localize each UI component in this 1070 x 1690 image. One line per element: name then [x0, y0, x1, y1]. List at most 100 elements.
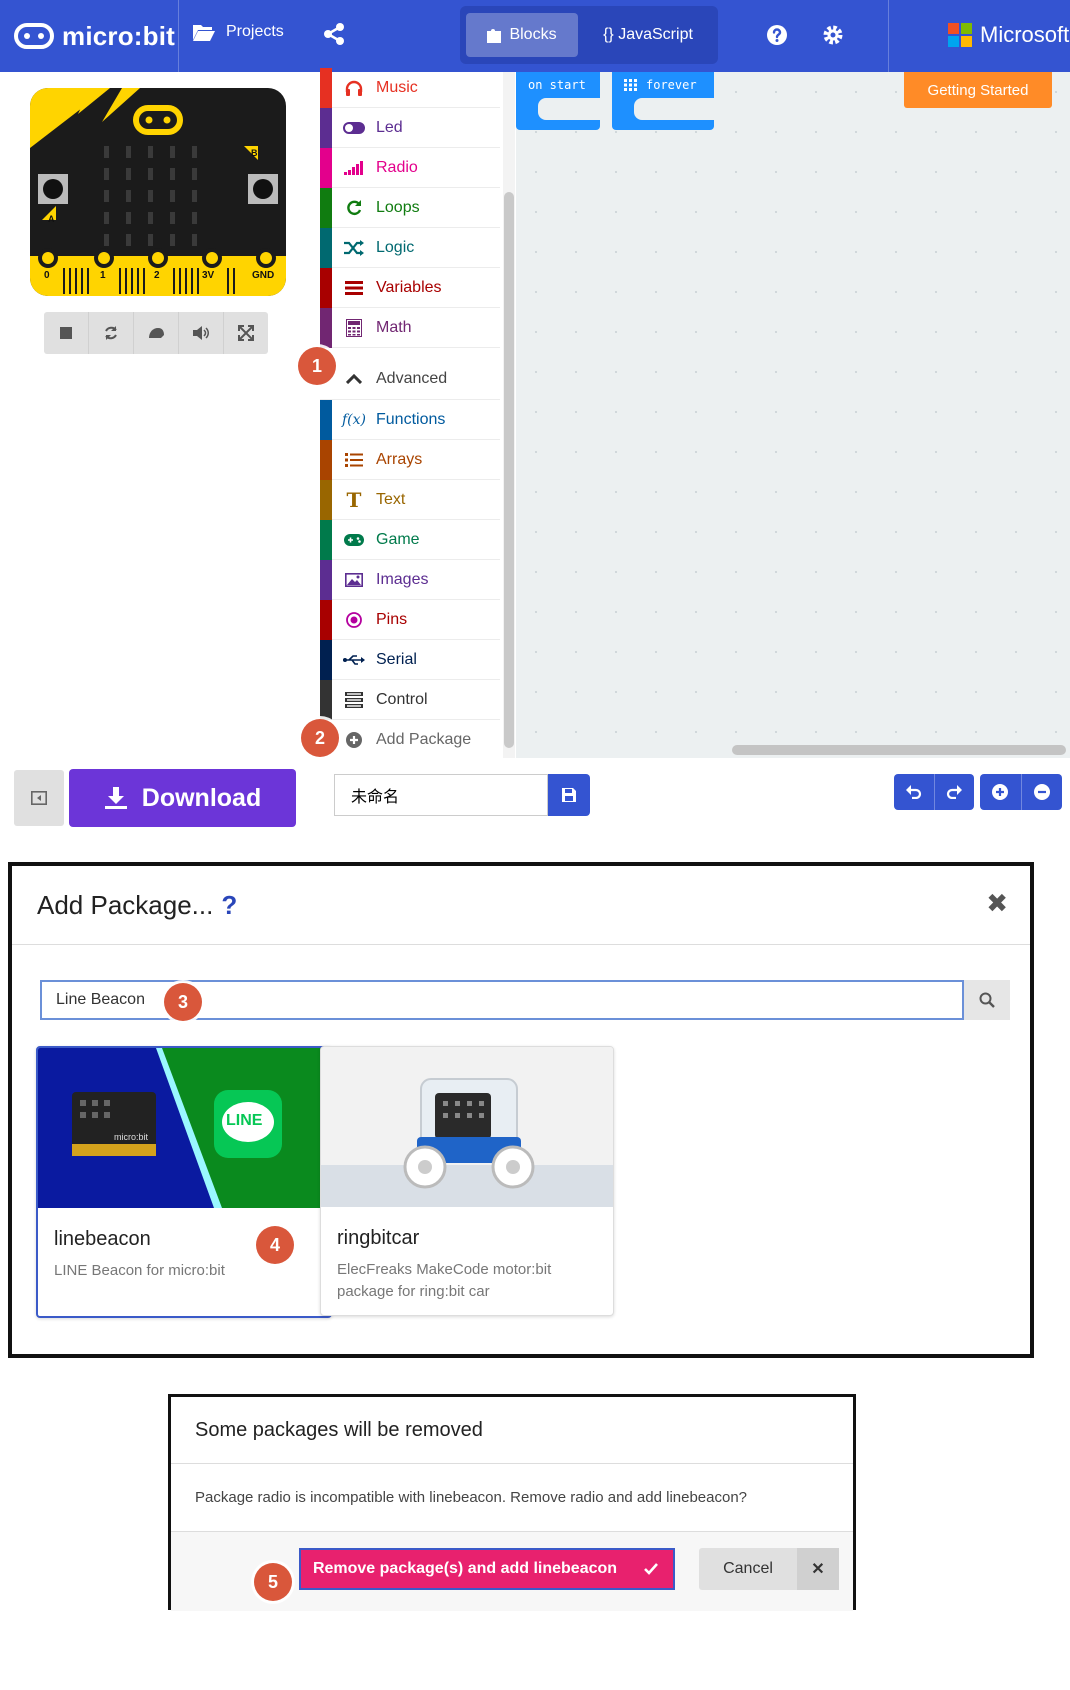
pin-gnd-label: GND [252, 270, 275, 281]
category-led[interactable]: Led [320, 107, 500, 148]
toolbox-scrollbar[interactable] [503, 72, 515, 758]
redo-button[interactable] [933, 774, 975, 810]
add-package-dialog: Add Package...? ✖ micro:bit LINE linebea… [8, 862, 1034, 1358]
cancel-button[interactable]: Cancel ✕ [699, 1548, 839, 1590]
category-text[interactable]: T Text [320, 479, 500, 520]
category-functions[interactable]: f(x) Functions [320, 399, 500, 440]
package-thumbnail: micro:bit LINE [38, 1048, 330, 1208]
help-icon[interactable] [766, 24, 788, 46]
list-ordered-icon [340, 452, 368, 467]
category-color-bar [320, 187, 332, 228]
on-start-block[interactable]: on start [516, 72, 600, 130]
tab-blocks[interactable]: Blocks [466, 13, 578, 57]
package-card-linebeacon[interactable]: micro:bit LINE linebeacon LINE Beacon fo… [36, 1046, 332, 1318]
dialog-title-text: Add Package... [37, 890, 214, 920]
package-card-ringbitcar[interactable]: ringbitcar ElecFreaks MakeCode motor:bit… [320, 1046, 614, 1316]
category-music[interactable]: Music [320, 67, 500, 108]
package-description: ElecFreaks MakeCode motor:bit package fo… [337, 1261, 552, 1300]
tab-javascript[interactable]: {} JavaScript [582, 13, 714, 57]
download-icon [104, 787, 127, 809]
category-label: Led [376, 118, 403, 136]
collapse-simulator-button[interactable] [14, 770, 64, 826]
forever-label: forever [646, 78, 697, 92]
brand-logo[interactable]: micro:bit [14, 16, 175, 56]
category-serial[interactable]: Serial [320, 639, 500, 680]
function-icon: f(x) [341, 411, 366, 428]
folder-open-icon [193, 25, 215, 41]
scroll-thumb[interactable] [504, 192, 514, 748]
close-icon[interactable]: ✖ [986, 888, 1008, 919]
projects-button[interactable]: Projects [192, 22, 284, 42]
category-add-package[interactable]: Add Package [320, 720, 500, 760]
remove-button-label: Remove package(s) and add linebeacon [312, 1560, 618, 1577]
header-divider [888, 0, 889, 72]
category-game[interactable]: Game [320, 519, 500, 560]
forever-header: forever [624, 78, 697, 92]
undo-button[interactable] [894, 774, 934, 810]
category-label: Text [376, 490, 406, 508]
category-color-bar [320, 107, 332, 148]
step-marker-4: 4 [256, 1226, 294, 1264]
microsoft-logo[interactable]: Microsoft [948, 22, 1069, 48]
pin-3v-label: 3V [202, 270, 215, 281]
zoom-in-button[interactable] [980, 774, 1021, 810]
category-color-bar [320, 639, 332, 680]
zoom-out-button[interactable] [1020, 774, 1063, 810]
download-button[interactable]: Download [69, 769, 296, 827]
category-advanced[interactable]: Advanced [320, 358, 500, 400]
category-color-bar [320, 479, 332, 520]
category-math[interactable]: Math [320, 307, 500, 348]
restart-icon [105, 326, 117, 340]
top-bar: micro:bit Projects Blocks {} JavaScript … [0, 0, 1070, 72]
share-icon[interactable] [322, 22, 346, 46]
getting-started-button[interactable]: Getting Started [904, 72, 1052, 108]
microbit-simulator[interactable]: 0 1 2 3V GND A B [30, 88, 286, 296]
line-logo-text: LINE [226, 1112, 263, 1129]
category-variables[interactable]: Variables [320, 267, 500, 308]
category-logic[interactable]: Logic [320, 227, 500, 268]
control-icon [340, 691, 368, 708]
search-button[interactable] [964, 980, 1010, 1020]
category-label: Pins [376, 610, 408, 628]
shuffle-icon [340, 239, 368, 256]
tab-blocks-label: Blocks [509, 26, 557, 43]
category-label: Variables [376, 278, 442, 296]
toggle-icon [340, 121, 368, 134]
category-control[interactable]: Control [320, 679, 500, 720]
category-label: Logic [376, 238, 415, 256]
project-name-input[interactable] [334, 774, 548, 816]
fullscreen-button[interactable] [223, 312, 268, 354]
redo-icon [947, 785, 963, 799]
list-icon [340, 280, 368, 295]
category-label: Images [376, 570, 429, 588]
help-link[interactable]: ? [221, 890, 237, 920]
microbit-board-graphic [30, 88, 286, 296]
category-loops[interactable]: Loops [320, 187, 500, 228]
chevron-up-icon [340, 373, 368, 384]
slowmo-button[interactable] [133, 312, 178, 354]
workspace-scrollbar[interactable] [732, 745, 1066, 755]
stop-button[interactable] [44, 312, 88, 354]
category-arrays[interactable]: Arrays [320, 439, 500, 480]
category-label: Arrays [376, 450, 423, 468]
category-color-bar [320, 439, 332, 480]
block-slot [634, 98, 714, 120]
save-project-button[interactable] [548, 774, 590, 816]
category-label: Add Package [376, 731, 472, 748]
forever-block[interactable]: forever [612, 72, 714, 130]
category-pins[interactable]: Pins [320, 599, 500, 640]
simulator-controls [44, 312, 268, 354]
microsoft-grid-icon [948, 23, 972, 47]
category-images[interactable]: Images [320, 559, 500, 600]
zoom-group [980, 774, 1062, 810]
category-label: Math [376, 318, 412, 336]
restart-button[interactable] [88, 312, 133, 354]
remove-and-add-button[interactable]: Remove package(s) and add linebeacon [299, 1548, 675, 1590]
signal-icon [340, 160, 368, 175]
mute-button[interactable] [178, 312, 223, 354]
dialog-title: Add Package...? [37, 890, 237, 921]
category-radio[interactable]: Radio [320, 147, 500, 188]
slowmo-icon [149, 328, 164, 338]
blocks-workspace[interactable]: on start forever [516, 72, 1070, 758]
gear-icon[interactable] [822, 24, 844, 46]
